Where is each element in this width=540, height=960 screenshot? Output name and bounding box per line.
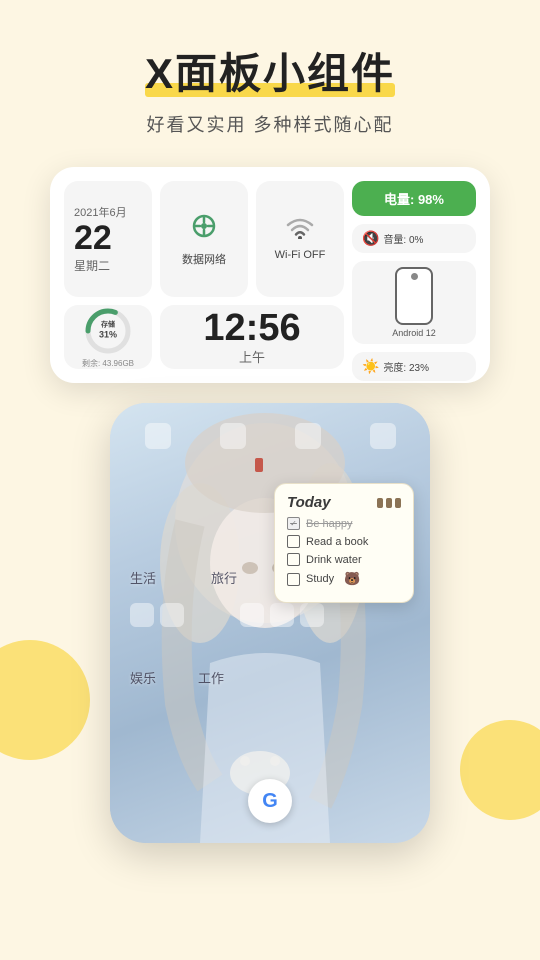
bear-emoji: 🐻 bbox=[344, 571, 360, 587]
todo-item-drink-water: Drink water bbox=[287, 553, 401, 566]
app-icon[interactable] bbox=[300, 603, 324, 627]
storage-icon: 存储 bbox=[99, 321, 117, 329]
volume-label: 音量: 0% bbox=[383, 231, 423, 246]
network-widget[interactable]: 数据网络 bbox=[160, 181, 248, 297]
app-top-icons bbox=[120, 423, 420, 455]
page-subtitle: 好看又实用 多种样式随心配 bbox=[20, 111, 520, 137]
todo-checkbox-read-book[interactable] bbox=[287, 535, 300, 548]
todo-item-be-happy: Be happy bbox=[287, 517, 401, 530]
phone-camera bbox=[411, 273, 418, 280]
life-label: 生活 bbox=[130, 568, 156, 587]
battery-widget: 电量: 98% bbox=[352, 181, 476, 216]
volume-icon: 🔇 bbox=[362, 230, 379, 247]
work-label: 工作 bbox=[198, 668, 224, 687]
todo-pin-2 bbox=[386, 498, 392, 508]
storage-ring: 存储 31% bbox=[82, 305, 134, 357]
right-column: 电量: 98% 🔇 音量: 0% Android 12 bbox=[352, 181, 476, 369]
todo-title: Today bbox=[287, 494, 331, 511]
app-icon[interactable] bbox=[370, 423, 396, 449]
network-icon bbox=[190, 212, 218, 247]
app-icon[interactable] bbox=[220, 423, 246, 449]
app-icon[interactable] bbox=[145, 423, 171, 449]
wifi-label: Wi-Fi OFF bbox=[275, 249, 326, 261]
todo-pin-3 bbox=[395, 498, 401, 508]
brightness-label: 亮度: 23% bbox=[383, 359, 429, 374]
storage-widget: 存储 31% 剩余: 43.96GB bbox=[64, 305, 152, 369]
todo-item-read-book: Read a book bbox=[287, 535, 401, 548]
clock-widget: 12:56 上午 bbox=[160, 305, 344, 369]
app-mid-icons bbox=[120, 603, 420, 633]
android-label: Android 12 bbox=[392, 328, 436, 338]
todo-text-be-happy: Be happy bbox=[306, 518, 352, 530]
ent-work-row: 娱乐 工作 bbox=[130, 668, 224, 687]
storage-remaining: 剩余: 43.96GB bbox=[82, 358, 134, 369]
app-icon[interactable] bbox=[270, 603, 294, 627]
wifi-icon bbox=[286, 217, 314, 245]
date-year-month: 2021年6月 bbox=[74, 204, 142, 220]
todo-checkbox-be-happy bbox=[287, 517, 300, 530]
todo-text-drink-water: Drink water bbox=[306, 554, 362, 566]
storage-percent-text: 31% bbox=[99, 330, 117, 340]
entertainment-label: 娱乐 bbox=[130, 668, 156, 687]
wifi-widget[interactable]: Wi-Fi OFF bbox=[256, 181, 344, 297]
todo-checkbox-drink-water[interactable] bbox=[287, 553, 300, 566]
todo-widget: Today Be happy Read a book Drink wa bbox=[274, 483, 414, 603]
header: X面板小组件 好看又实用 多种样式随心配 bbox=[0, 0, 540, 147]
app-icon[interactable] bbox=[130, 603, 154, 627]
phone-mockup: 生活 旅行 娱乐 工作 Today bbox=[110, 403, 430, 843]
brightness-widget[interactable]: ☀️ 亮度: 23% bbox=[352, 352, 476, 381]
phone-illustration: Android 12 bbox=[352, 261, 476, 344]
app-icon[interactable] bbox=[240, 603, 264, 627]
network-label: 数据网络 bbox=[182, 251, 226, 267]
page-title: X面板小组件 bbox=[145, 40, 395, 101]
volume-widget[interactable]: 🔇 音量: 0% bbox=[352, 224, 476, 253]
date-widget: 2021年6月 22 星期二 bbox=[64, 181, 152, 297]
phone-section: 生活 旅行 娱乐 工作 Today bbox=[0, 403, 540, 843]
clock-time: 12:56 bbox=[203, 309, 300, 347]
google-label: G bbox=[262, 790, 278, 813]
todo-pin-1 bbox=[377, 498, 383, 508]
life-travel-row: 生活 旅行 bbox=[130, 568, 237, 587]
todo-header: Today bbox=[287, 494, 401, 511]
date-day: 22 bbox=[74, 220, 142, 257]
widget-section: 2021年6月 22 星期二 数据网络 bbox=[0, 167, 540, 383]
todo-pins bbox=[377, 498, 401, 508]
todo-checkbox-study[interactable] bbox=[287, 573, 300, 586]
todo-item-study: Study 🐻 bbox=[287, 571, 401, 587]
travel-label: 旅行 bbox=[211, 568, 237, 587]
todo-text-study: Study bbox=[306, 573, 334, 585]
app-icon[interactable] bbox=[160, 603, 184, 627]
brightness-icon: ☀️ bbox=[362, 358, 379, 375]
battery-label: 电量: 98% bbox=[384, 189, 444, 208]
google-button[interactable]: G bbox=[248, 779, 292, 823]
todo-text-read-book: Read a book bbox=[306, 536, 368, 548]
date-weekday: 星期二 bbox=[74, 257, 142, 274]
clock-ampm: 上午 bbox=[239, 347, 265, 366]
app-icon[interactable] bbox=[295, 423, 321, 449]
widget-panel: 2021年6月 22 星期二 数据网络 bbox=[50, 167, 490, 383]
